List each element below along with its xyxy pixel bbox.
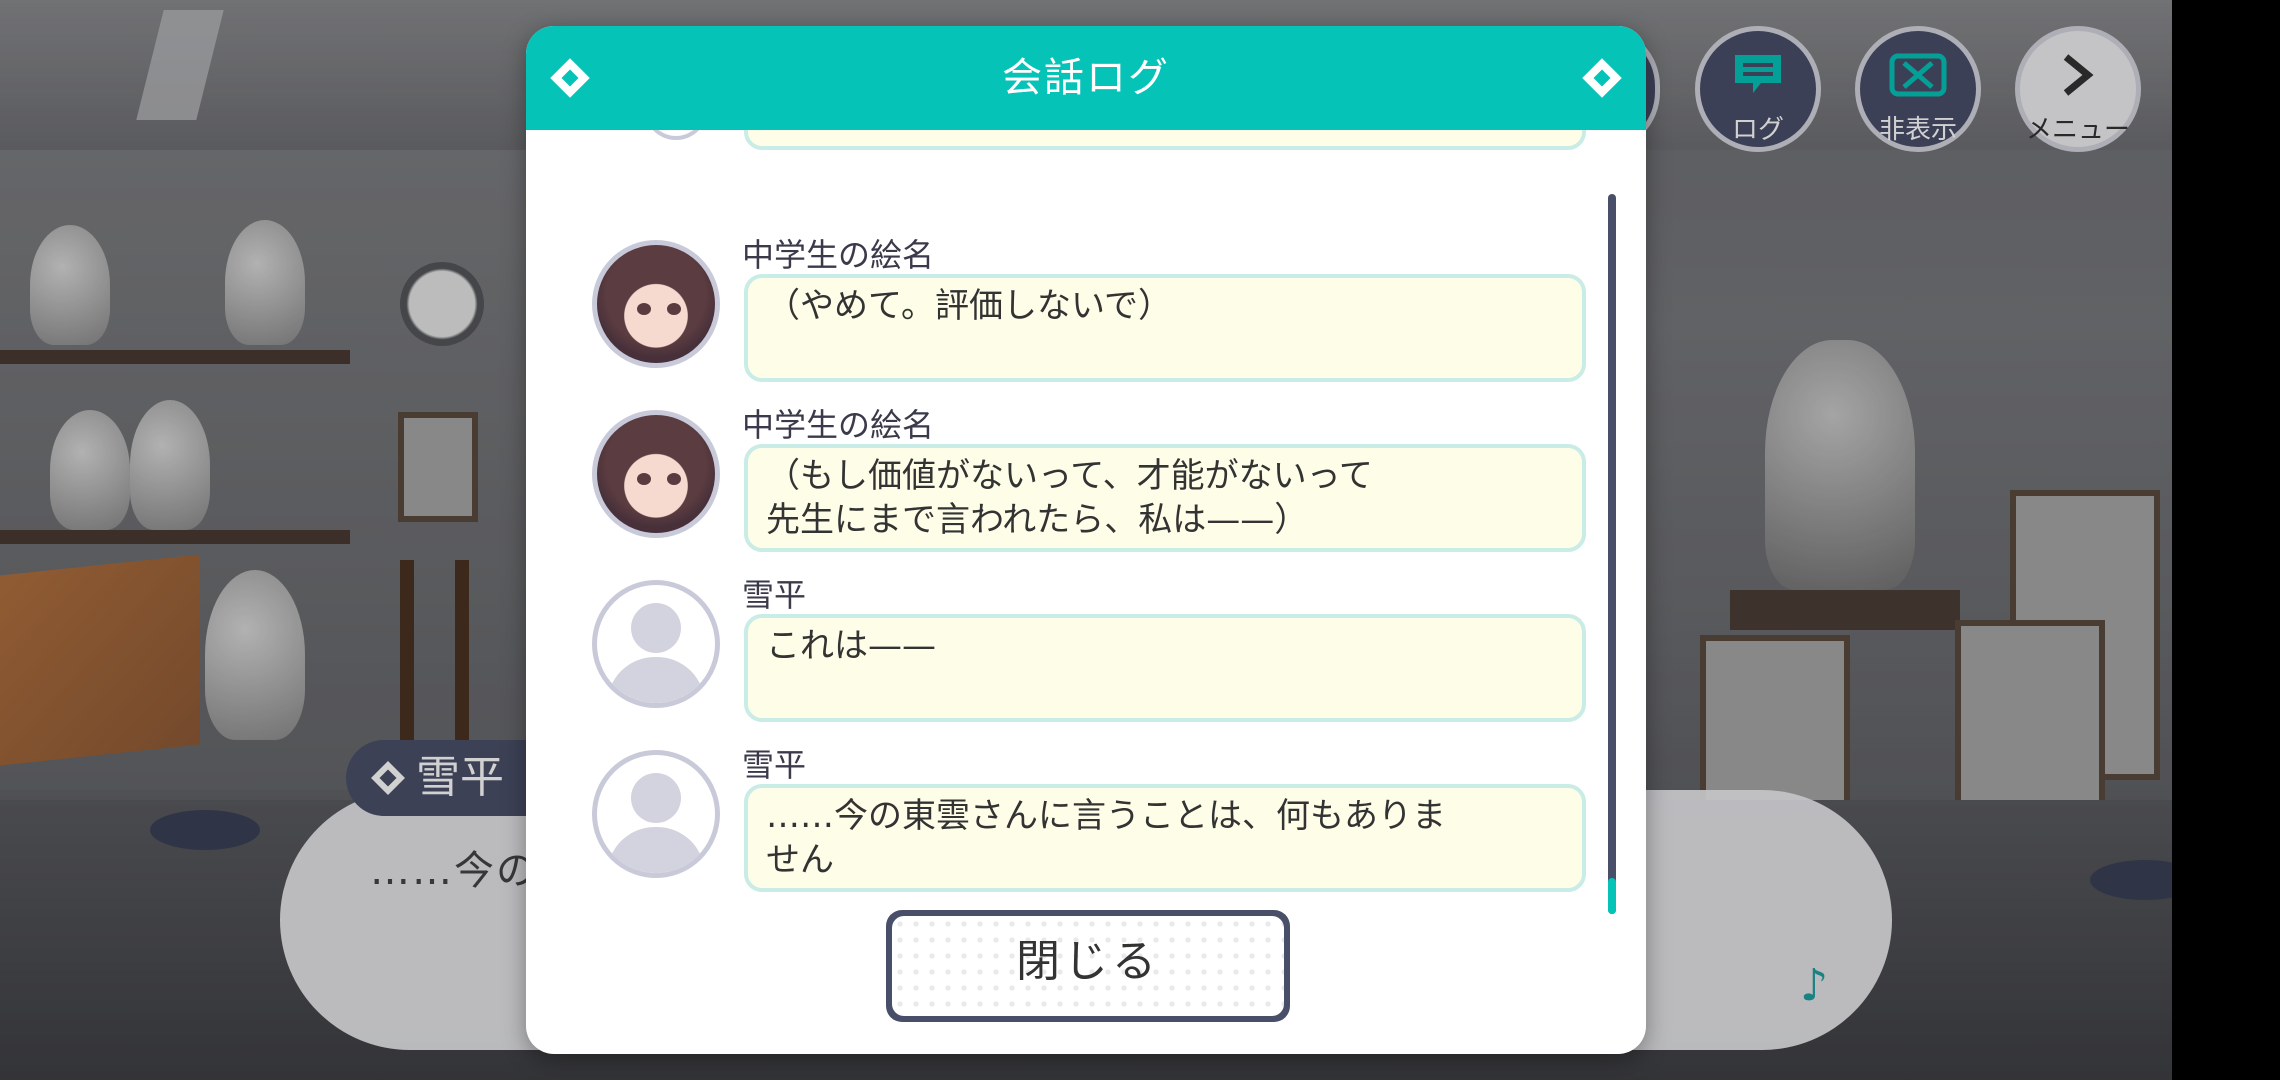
close-button-label: 閉じる xyxy=(892,916,1284,1016)
message-bubble: （やめて。評価しないで） xyxy=(744,274,1586,382)
avatar xyxy=(644,130,708,140)
message-bubble: ……今の東雲さんに言うことは、何もありま せん xyxy=(744,784,1586,892)
scrollbar-thumb[interactable] xyxy=(1608,878,1616,914)
message-bubble xyxy=(744,130,1586,150)
modal-header: 会話ログ xyxy=(526,26,1646,130)
message-bubble: これは—— xyxy=(744,614,1586,722)
speaker-name: 雪平 xyxy=(742,746,807,784)
speaker-name: 雪平 xyxy=(742,576,807,614)
speaker-name: 中学生の絵名 xyxy=(742,236,935,274)
avatar xyxy=(592,240,720,368)
scrollbar-track[interactable] xyxy=(1608,194,1616,914)
log-entry: 雪平 これは—— xyxy=(526,574,1646,744)
avatar xyxy=(592,410,720,538)
log-entry: 中学生の絵名 （もし価値がないって、才能がないって 先生にまで言われたら、私は—… xyxy=(526,404,1646,574)
log-list[interactable]: 中学生の絵名 （やめて。評価しないで） 中学生の絵名 （もし価値がないって、才能… xyxy=(526,130,1646,920)
avatar xyxy=(592,580,720,708)
log-entry: 雪平 ……今の東雲さんに言うことは、何もありま せん xyxy=(526,744,1646,914)
conversation-log-modal: 会話ログ 中学生の絵名 （やめて。評価しないで） 中学生の絵名 （もし価値がない… xyxy=(526,26,1646,1054)
modal-title: 会話ログ xyxy=(1002,55,1170,101)
avatar xyxy=(592,750,720,878)
close-button[interactable]: 閉じる xyxy=(886,910,1290,1022)
diamond-icon xyxy=(550,58,590,98)
speaker-name: 中学生の絵名 xyxy=(742,406,935,444)
message-bubble: （もし価値がないって、才能がないって 先生にまで言われたら、私は——） xyxy=(744,444,1586,552)
log-entry: 中学生の絵名 （やめて。評価しないで） xyxy=(526,234,1646,404)
diamond-icon xyxy=(1582,58,1622,98)
